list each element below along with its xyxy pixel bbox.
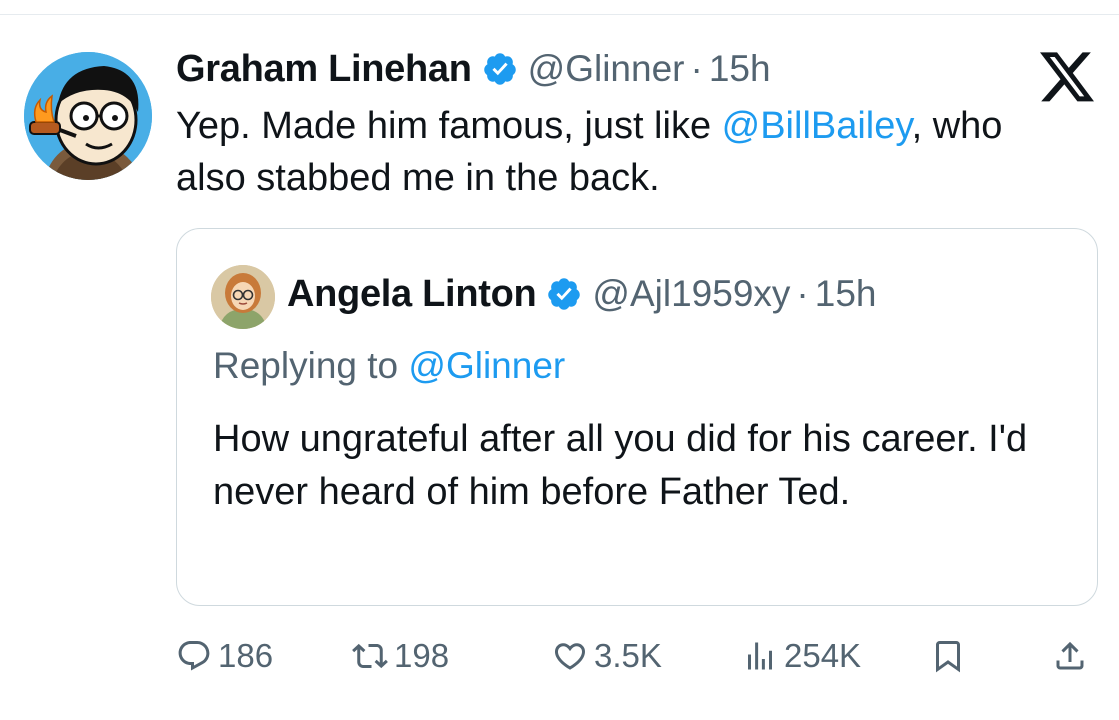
views-count: 254K <box>784 637 862 674</box>
views-button[interactable]: 254K <box>742 628 861 684</box>
quote-timestamp[interactable]: 15h <box>815 273 877 315</box>
quote-text: How ungrateful after all you did for his… <box>213 418 1028 513</box>
verified-badge-icon <box>546 276 582 312</box>
share-button[interactable] <box>1052 628 1094 684</box>
divider <box>0 14 1119 15</box>
views-icon <box>748 642 772 670</box>
retweet-button[interactable]: 198 <box>352 628 449 684</box>
replying-to-label: Replying to <box>213 345 409 386</box>
quote-author-avatar[interactable] <box>211 265 275 329</box>
quote-avatar-image <box>211 265 275 329</box>
quote-author-name[interactable]: Angela Linton <box>287 273 537 316</box>
mention-link[interactable]: @BillBailey <box>722 105 912 147</box>
retweet-count: 198 <box>394 637 450 674</box>
author-name[interactable]: Graham Linehan <box>176 48 472 91</box>
quoted-tweet-card[interactable]: Angela Linton @Ajl1959xy · 15h Replying … <box>176 228 1098 606</box>
share-icon <box>1056 641 1084 670</box>
author-avatar[interactable] <box>24 52 152 180</box>
replying-to-line: Replying to @Glinner <box>213 345 565 387</box>
tweet-text: Yep. Made him famous, just like @BillBai… <box>176 100 1076 204</box>
separator-dot: · <box>690 48 703 89</box>
tweet-timestamp[interactable]: 15h <box>709 48 771 90</box>
cartoon-avatar-image <box>24 52 152 180</box>
retweet-icon <box>352 643 388 669</box>
quote-author-handle[interactable]: @Ajl1959xy <box>592 273 790 315</box>
reply-count: 186 <box>218 637 274 674</box>
like-button[interactable]: 3.5K <box>552 628 662 684</box>
quote-header: Angela Linton @Ajl1959xy · 15h <box>287 269 876 319</box>
bookmark-button[interactable] <box>930 628 972 684</box>
reply-icon <box>178 641 210 671</box>
like-count: 3.5K <box>594 637 662 674</box>
tweet-header: Graham Linehan @Glinner · 15h <box>176 44 771 94</box>
tweet-text-part1: Yep. Made him famous, just like <box>176 105 722 147</box>
heart-icon <box>554 643 586 670</box>
replying-to-mention[interactable]: @Glinner <box>408 345 565 386</box>
reply-button[interactable]: 186 <box>176 628 273 684</box>
author-handle[interactable]: @Glinner <box>528 48 685 90</box>
bookmark-icon <box>936 641 960 673</box>
x-logo-icon <box>1040 52 1096 104</box>
tweet-screenshot: Graham Linehan @Glinner · 15h Yep. Made … <box>0 0 1119 720</box>
action-bar: 186 198 3.5K 254K <box>176 628 1096 684</box>
verified-badge-icon <box>482 51 518 87</box>
separator-dot: · <box>796 273 809 314</box>
